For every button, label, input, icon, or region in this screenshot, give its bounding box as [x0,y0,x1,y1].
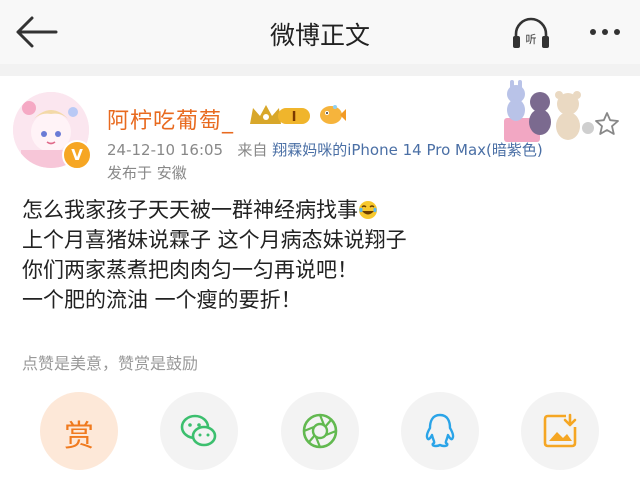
post-timestamp: 24-12-10 16:05 [107,141,224,159]
action-bar: 赏 [0,392,640,472]
share-wechat-button[interactable] [160,392,238,470]
post-line: 你们两家蒸煮把肉肉匀一匀再说吧！ [22,258,358,282]
source-prefix: 来自 [237,141,268,159]
level-badge-label: I [292,110,297,125]
top-nav-bar: 微博正文 听 [0,0,640,64]
favorite-star-icon[interactable] [593,110,621,138]
post-content: 怎么我家孩子天天被一群神经病找事 上个月喜猪妹说霖子 这个月病态妹说翔子 你们两… [22,195,622,315]
fish-badge-icon [320,105,346,124]
post-line: 一个肥的流油 一个瘦的要折！ [22,288,302,312]
teddy-bear-decoration-icon [504,80,594,142]
section-divider [0,64,640,76]
laughing-emoji-icon [359,201,377,219]
save-image-button[interactable] [521,392,599,470]
share-qq-button[interactable] [401,392,479,470]
post-meta: 24-12-10 16:05 来自 翔霖妈咪的iPhone 14 Pro Max… [107,139,543,160]
verified-badge: V [62,140,92,170]
reward-tip: 点赞是美意，赞赏是鼓励 [22,354,199,373]
reward-label: 赏 [64,419,94,454]
listen-label: 听 [526,33,537,46]
post-line-text: 怎么我家孩子天天被一群神经病找事 [22,198,358,222]
save-image-icon [543,413,577,448]
qq-icon [425,413,455,448]
crown-level-badge-icon: I [250,105,310,125]
wechat-icon [180,414,217,447]
post-line: 上个月喜猪妹说霖子 这个月病态妹说翔子 [22,228,407,252]
moments-icon [302,413,338,449]
listen-headphones-icon[interactable]: 听 [510,14,552,52]
username[interactable]: 阿柠吃葡萄_ [107,103,234,135]
reward-button[interactable]: 赏 [40,392,118,470]
share-moments-button[interactable] [281,392,359,470]
post-line: 怎么我家孩子天天被一群神经病找事 [22,195,622,225]
post-location: 发布于 安徽 [107,164,187,182]
more-options-icon[interactable] [584,18,626,46]
